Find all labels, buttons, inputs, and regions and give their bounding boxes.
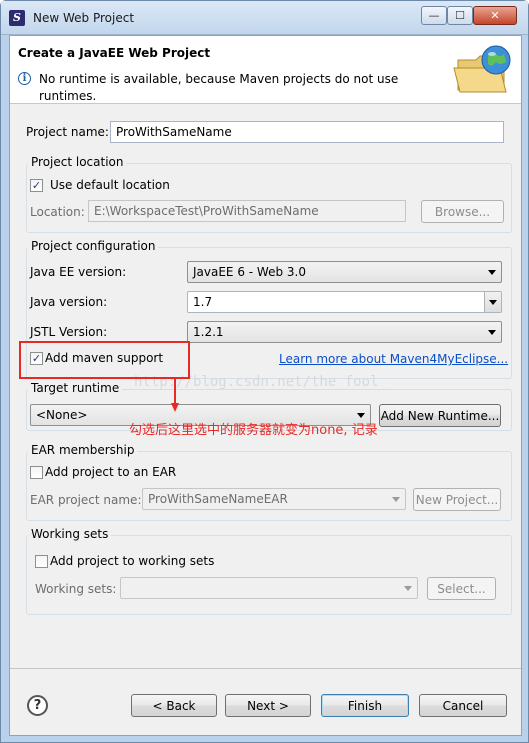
ear-project-name-value: ProWithSameNameEAR <box>148 492 288 506</box>
wizard-header: Create a JavaEE Web Project i No runtime… <box>10 36 521 104</box>
working-sets-combo[interactable] <box>120 577 418 599</box>
add-to-working-sets-checkbox[interactable] <box>35 555 48 568</box>
annotation-note: 勾选后这里选中的服务器就变为none, 记录 <box>129 423 378 438</box>
minimize-button[interactable]: — <box>421 6 447 25</box>
javaee-version-select[interactable]: JavaEE 6 - Web 3.0 <box>187 261 502 283</box>
maximize-button[interactable]: ☐ <box>447 6 473 25</box>
working-sets-group <box>26 535 512 615</box>
project-location-title: Project location <box>28 155 127 169</box>
ear-project-name-combo[interactable]: ProWithSameNameEAR <box>142 488 406 510</box>
working-sets-title: Working sets <box>28 527 112 541</box>
project-name-input[interactable]: ProWithSameName <box>110 121 504 143</box>
annotation-arrow-shaft <box>174 379 176 405</box>
window-title: New Web Project <box>33 11 135 25</box>
folder-globe-icon <box>453 45 511 93</box>
chevron-down-icon <box>404 586 412 591</box>
learn-more-maven-link[interactable]: Learn more about Maven4MyEclipse... <box>279 352 508 366</box>
project-name-label: Project name: <box>26 125 109 139</box>
chevron-down-icon <box>357 413 365 418</box>
project-configuration-title: Project configuration <box>28 239 159 253</box>
add-to-working-sets-label: Add project to working sets <box>50 554 215 568</box>
java-version-combo[interactable]: 1.7 <box>187 291 502 313</box>
java-version-label: Java version: <box>30 295 108 309</box>
add-to-ear-checkbox[interactable] <box>30 466 43 479</box>
chevron-down-icon <box>488 330 496 335</box>
target-runtime-value: <None> <box>36 408 88 422</box>
dialog-client-area: Create a JavaEE Web Project i No runtime… <box>9 35 522 736</box>
wizard-message: No runtime is available, because Maven p… <box>39 72 399 103</box>
chevron-down-icon <box>489 300 497 305</box>
help-icon[interactable]: ? <box>27 695 48 716</box>
target-runtime-title: Target runtime <box>28 381 123 395</box>
title-bar[interactable]: S New Web Project — ☐ ✕ <box>1 1 528 35</box>
eclipse-app-icon: S <box>9 10 25 26</box>
java-version-dropdown[interactable] <box>484 292 501 312</box>
close-button[interactable]: ✕ <box>473 6 517 25</box>
chevron-down-icon <box>392 497 400 502</box>
java-version-value: 1.7 <box>193 295 213 309</box>
ear-project-name-label: EAR project name: <box>30 493 142 507</box>
location-input[interactable]: E:\WorkspaceTest\ProWithSameName <box>88 200 406 222</box>
dialog-window: S New Web Project — ☐ ✕ Create a JavaEE … <box>0 0 529 743</box>
cancel-button[interactable]: Cancel <box>419 694 507 717</box>
finish-button[interactable]: Finish <box>321 694 409 717</box>
maximize-icon: ☐ <box>455 9 465 22</box>
new-ear-project-button[interactable]: New Project... <box>413 488 501 511</box>
location-label: Location: <box>30 205 85 219</box>
add-new-runtime-button[interactable]: Add New Runtime... <box>379 404 501 427</box>
maven-highlight-box <box>19 341 190 379</box>
minimize-icon: — <box>428 9 440 22</box>
back-button[interactable]: < Back <box>131 694 217 717</box>
footer-separator <box>10 668 521 669</box>
add-to-ear-label: Add project to an EAR <box>45 465 177 479</box>
close-icon: ✕ <box>490 9 500 22</box>
chevron-down-icon <box>488 270 496 275</box>
select-working-sets-button[interactable]: Select... <box>427 577 496 600</box>
info-icon: i <box>18 72 31 85</box>
working-sets-label: Working sets: <box>35 582 117 596</box>
jstl-version-value: 1.2.1 <box>193 325 224 339</box>
use-default-location-label: Use default location <box>50 178 170 192</box>
use-default-location-checkbox[interactable]: ✓ <box>30 179 43 192</box>
jstl-version-select[interactable]: 1.2.1 <box>187 321 502 343</box>
next-button[interactable]: Next > <box>225 694 311 717</box>
browse-button[interactable]: Browse... <box>421 200 504 223</box>
ear-membership-title: EAR membership <box>28 443 138 457</box>
annotation-arrow-icon <box>171 403 179 412</box>
wizard-title: Create a JavaEE Web Project <box>18 46 211 60</box>
javaee-version-value: JavaEE 6 - Web 3.0 <box>193 265 306 279</box>
javaee-version-label: Java EE version: <box>30 265 127 279</box>
jstl-version-label: JSTL Version: <box>30 325 108 339</box>
